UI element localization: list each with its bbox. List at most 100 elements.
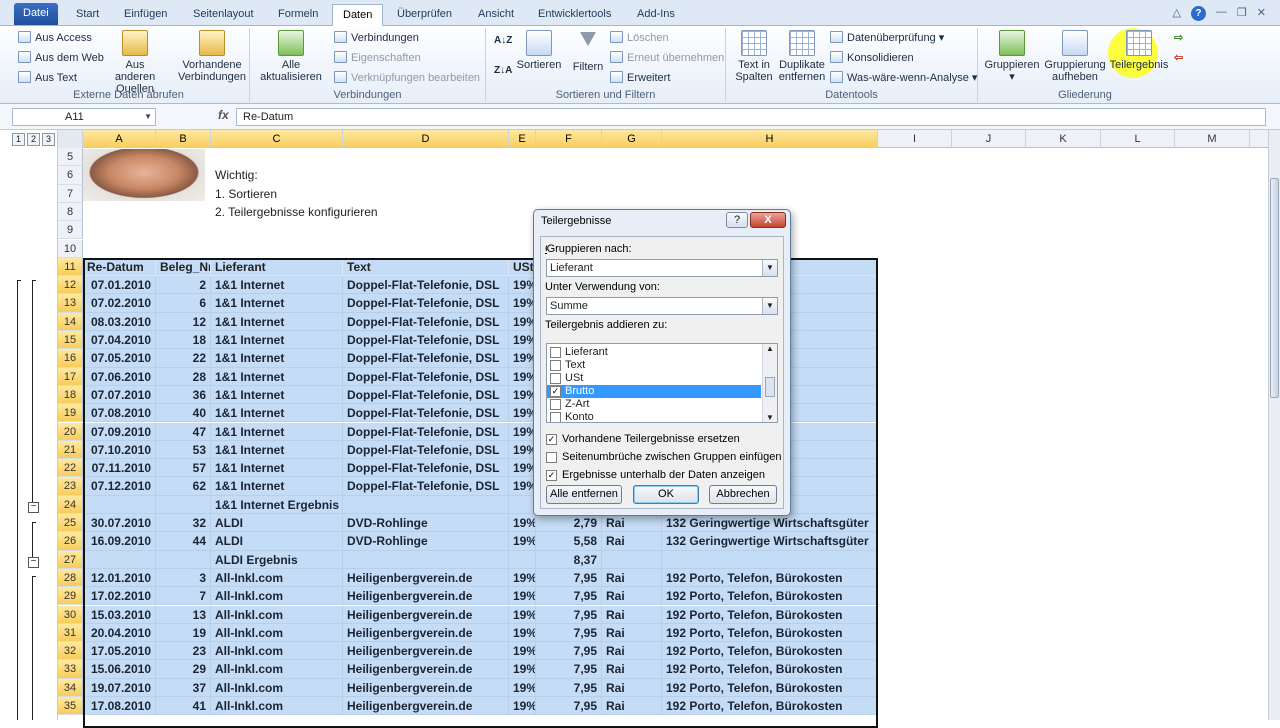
cell-b[interactable]: 36 xyxy=(156,385,211,405)
cell-b[interactable]: 62 xyxy=(156,477,211,496)
aus-anderen-quellen-button[interactable]: Aus anderen Quellen xyxy=(104,30,166,95)
close-icon[interactable]: ✕ xyxy=(1257,6,1266,21)
cell-a[interactable]: 17.05.2010 xyxy=(83,642,156,661)
cell-d[interactable]: Doppel-Flat-Telefonie, DSL xyxy=(343,276,509,295)
restore-icon[interactable]: ❐ xyxy=(1237,6,1247,21)
cell-c[interactable]: 1&1 Internet xyxy=(211,422,343,441)
col-header-k[interactable]: K xyxy=(1026,130,1101,148)
cell-e[interactable]: 19% xyxy=(509,678,536,697)
tab-ansicht[interactable]: Ansicht xyxy=(468,4,524,26)
cell-a[interactable]: 07.01.2010 xyxy=(83,276,156,295)
cell-e[interactable]: 19% xyxy=(509,697,536,716)
header-text[interactable]: Text xyxy=(343,257,509,277)
replace-subtotals-checkbox[interactable]: ✓ Vorhandene Teilergebnisse ersetzen xyxy=(546,433,740,447)
cell-d[interactable]: Heiligenbergverein.de xyxy=(343,642,509,661)
cell-e[interactable]: 19% xyxy=(509,587,536,606)
aus-web-button[interactable]: Aus dem Web xyxy=(18,49,104,67)
row-header[interactable]: 15 xyxy=(58,331,83,350)
checkbox-unchecked-icon[interactable] xyxy=(550,399,561,410)
help-icon[interactable]: ? xyxy=(1190,6,1206,21)
cell-h[interactable]: 192 Porto, Telefon, Bürokosten xyxy=(662,642,878,661)
cell-a[interactable]: 30.07.2010 xyxy=(83,514,156,533)
row-header[interactable]: 22 xyxy=(58,459,83,478)
loeschen-button[interactable]: Löschen xyxy=(610,29,669,47)
chevron-down-icon[interactable]: ▼ xyxy=(763,413,777,422)
list-scrollbar[interactable]: ▲ ▼ xyxy=(762,344,777,422)
cell-h[interactable]: 132 Geringwertige Wirtschaftsgüter xyxy=(662,532,878,551)
minimize-icon[interactable]: — xyxy=(1216,6,1227,21)
cell-e[interactable]: 19% xyxy=(509,367,536,386)
cell-g[interactable]: Rai xyxy=(602,532,662,551)
verknuepfungen-button[interactable]: Verknüpfungen bearbeiten xyxy=(334,69,480,87)
tab-addins[interactable]: Add-Ins xyxy=(627,4,685,26)
cell-e[interactable]: 19% xyxy=(509,276,536,295)
dialog-help-button[interactable]: ? xyxy=(726,212,748,228)
cell-e[interactable]: 19% xyxy=(509,514,536,533)
cell-a[interactable]: 07.07.2010 xyxy=(83,385,156,405)
row-header[interactable]: 13 xyxy=(58,294,83,313)
row-header[interactable]: 11 xyxy=(58,257,83,277)
cell-h[interactable]: 192 Porto, Telefon, Bürokosten xyxy=(662,605,878,624)
sortieren-button[interactable]: Sortieren xyxy=(514,30,564,71)
add-to-list-item[interactable]: Lieferant xyxy=(547,346,761,359)
cell-c[interactable]: 1&1 Internet xyxy=(211,385,343,405)
cell-c[interactable]: All-Inkl.com xyxy=(211,568,343,588)
vertical-scrollbar[interactable] xyxy=(1268,130,1280,720)
col-header-j[interactable]: J xyxy=(952,130,1026,148)
row-header[interactable]: 9 xyxy=(58,221,83,240)
cell-e[interactable]: 19% xyxy=(509,660,536,679)
cell-d[interactable]: Heiligenbergverein.de xyxy=(343,660,509,679)
row-header[interactable]: 18 xyxy=(58,385,83,405)
row-header[interactable]: 19 xyxy=(58,404,83,423)
cell-a[interactable]: 07.06.2010 xyxy=(83,367,156,386)
cell-d[interactable]: Heiligenbergverein.de xyxy=(343,587,509,606)
cell-h[interactable]: 192 Porto, Telefon, Bürokosten xyxy=(662,568,878,588)
cell-c[interactable]: 1&1 Internet xyxy=(211,367,343,386)
cell-c[interactable]: ALDI xyxy=(211,532,343,551)
add-to-list[interactable]: Lieferant Text USt ✓ Brutto Z-Art Konto ▲ ▼ xyxy=(546,343,778,423)
col-header-b[interactable]: B xyxy=(156,130,211,148)
cell-b[interactable]: 40 xyxy=(156,404,211,423)
cell-b[interactable]: 29 xyxy=(156,660,211,679)
tab-ueberpruefen[interactable]: Überprüfen xyxy=(387,4,462,26)
cell-c[interactable]: All-Inkl.com xyxy=(211,623,343,643)
tab-seitenlayout[interactable]: Seitenlayout xyxy=(183,4,264,26)
cell-d[interactable]: Heiligenbergverein.de xyxy=(343,697,509,716)
cell-e[interactable]: 19% xyxy=(509,477,536,496)
cell-g[interactable] xyxy=(602,550,662,569)
aus-text-button[interactable]: Aus Text xyxy=(18,69,77,87)
cell-c[interactable]: All-Inkl.com xyxy=(211,587,343,606)
cell-c[interactable]: All-Inkl.com xyxy=(211,678,343,697)
cell-b[interactable]: 44 xyxy=(156,532,211,551)
cell-b[interactable] xyxy=(156,495,211,514)
cell-h[interactable]: 132 Geringwertige Wirtschaftsgüter xyxy=(662,514,878,533)
cell-c[interactable]: 1&1 Internet xyxy=(211,404,343,423)
outline-collapse-icon[interactable]: − xyxy=(28,502,39,513)
cell-b[interactable]: 47 xyxy=(156,422,211,441)
tab-formeln[interactable]: Formeln xyxy=(268,4,328,26)
sort-za-icon[interactable]: Z↓A xyxy=(494,62,512,80)
cell-c[interactable]: All-Inkl.com xyxy=(211,660,343,679)
cell-a[interactable]: 07.10.2010 xyxy=(83,440,156,460)
filtern-button[interactable]: Filtern xyxy=(568,30,608,73)
col-header-h[interactable]: H xyxy=(662,130,878,148)
show-detail-icon[interactable]: ⇨ xyxy=(1174,29,1183,47)
cell-e[interactable]: 19% xyxy=(509,605,536,624)
row-header[interactable]: 5 xyxy=(58,148,83,167)
cell-d[interactable]: Doppel-Flat-Telefonie, DSL xyxy=(343,294,509,313)
row-header[interactable]: 29 xyxy=(58,587,83,606)
row-header[interactable]: 33 xyxy=(58,660,83,679)
cell-a[interactable]: 07.05.2010 xyxy=(83,349,156,368)
row-header[interactable]: 21 xyxy=(58,440,83,460)
outline-level-1[interactable]: 1 xyxy=(12,133,25,146)
cell-b[interactable]: 41 xyxy=(156,697,211,716)
cell-d[interactable]: Heiligenbergverein.de xyxy=(343,623,509,643)
cell-d[interactable]: Doppel-Flat-Telefonie, DSL xyxy=(343,422,509,441)
cell-d[interactable]: Heiligenbergverein.de xyxy=(343,568,509,588)
cell-f[interactable]: 5,58 xyxy=(536,532,602,551)
cell-d[interactable]: Doppel-Flat-Telefonie, DSL xyxy=(343,367,509,386)
cell-f[interactable]: 7,95 xyxy=(536,697,602,716)
cell-a[interactable]: 07.09.2010 xyxy=(83,422,156,441)
col-header-i[interactable]: I xyxy=(878,130,952,148)
note-step2[interactable]: 2. Teilergebnisse konfigurieren xyxy=(211,203,471,221)
